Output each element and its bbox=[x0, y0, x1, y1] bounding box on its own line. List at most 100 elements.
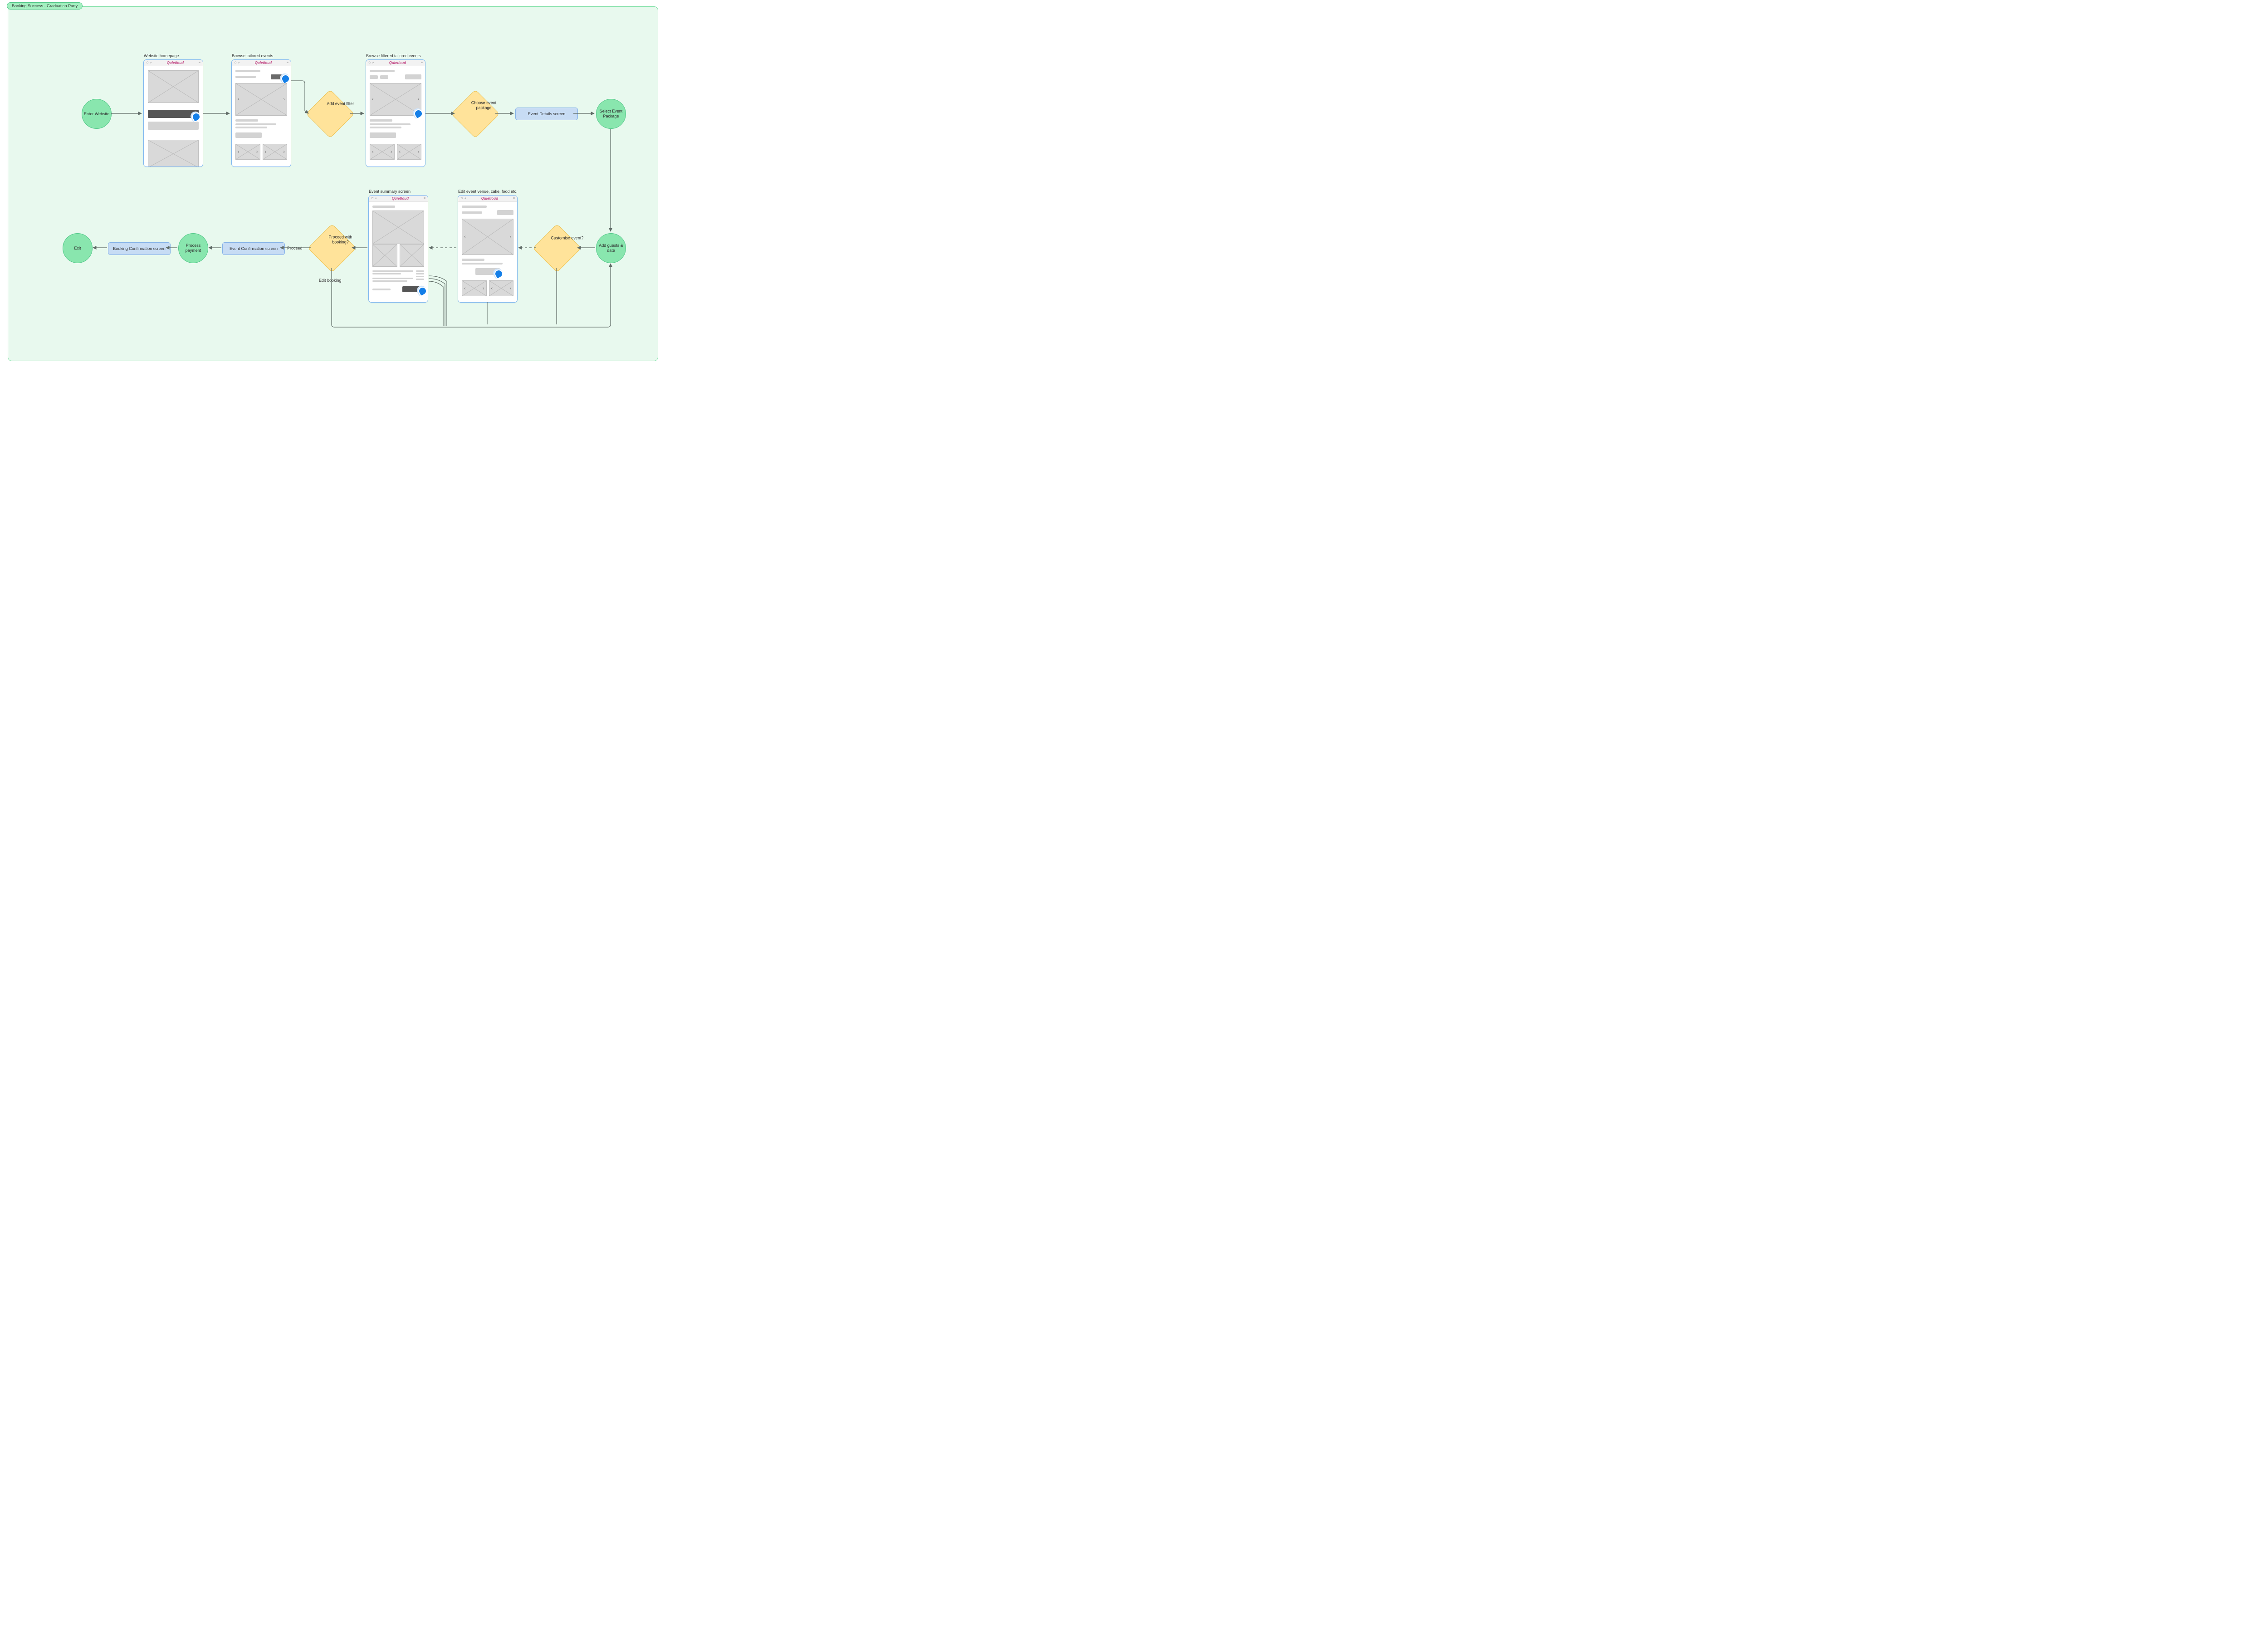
chevron-left-icon[interactable]: ‹ bbox=[372, 149, 374, 155]
cta-placeholder[interactable] bbox=[235, 132, 262, 138]
diamond-shape: Proceed with booking? bbox=[308, 224, 356, 272]
text-placeholder bbox=[372, 206, 395, 208]
node-label: Process payment bbox=[179, 243, 208, 253]
summary-hero-image bbox=[372, 211, 424, 244]
node-label: Customise event? bbox=[550, 235, 584, 240]
screen-event-details: Event Details screen bbox=[515, 108, 578, 120]
chevron-left-icon[interactable]: ‹ bbox=[265, 149, 267, 155]
star-icon: ✩ bbox=[368, 61, 371, 64]
filter-button[interactable] bbox=[405, 74, 421, 79]
section-image-placeholder bbox=[148, 140, 199, 167]
chevron-right-icon[interactable]: › bbox=[509, 234, 511, 240]
chevron-left-icon[interactable]: ‹ bbox=[491, 286, 493, 291]
phone-summary-group: Event summary screen ✩⌕ Quietloud ≡ bbox=[368, 189, 428, 303]
text-placeholder bbox=[235, 119, 258, 122]
node-enter-website: Enter Website bbox=[82, 99, 112, 129]
list-icon[interactable] bbox=[416, 276, 424, 277]
chevron-left-icon[interactable]: ‹ bbox=[372, 97, 374, 102]
phone-homepage: ✩⌕ Quietloud ≡ bbox=[143, 59, 203, 167]
text-placeholder bbox=[462, 206, 487, 208]
decision-proceed-booking: Proceed with booking? bbox=[315, 231, 349, 265]
search-icon: ⌕ bbox=[150, 61, 152, 64]
cta-placeholder[interactable] bbox=[370, 132, 396, 138]
phone-caption: Browse filtered tailored events bbox=[366, 54, 425, 58]
phone-browse-group: Browse tailored events ✩⌕ Quietloud ≡ ‹ … bbox=[231, 54, 291, 167]
chevron-left-icon[interactable]: ‹ bbox=[399, 149, 401, 155]
chip[interactable] bbox=[380, 75, 388, 79]
carousel-image[interactable]: ‹ › bbox=[370, 83, 421, 116]
thumb-image[interactable]: ‹› bbox=[462, 280, 487, 296]
menu-icon: ≡ bbox=[421, 61, 423, 64]
section-frame bbox=[8, 6, 658, 361]
chevron-right-icon[interactable]: › bbox=[417, 149, 419, 155]
text-placeholder bbox=[372, 289, 391, 290]
node-label: Exit bbox=[74, 246, 81, 251]
brand-logo: Quietloud bbox=[389, 61, 406, 65]
hero-image-placeholder bbox=[148, 70, 199, 103]
phone-topbar: ✩⌕ Quietloud ≡ bbox=[458, 196, 517, 202]
node-label: Event Details screen bbox=[528, 112, 566, 116]
star-icon: ✩ bbox=[146, 61, 149, 64]
chevron-left-icon[interactable]: ‹ bbox=[238, 97, 240, 102]
thumb-image[interactable]: ‹› bbox=[489, 280, 514, 296]
chip[interactable] bbox=[370, 75, 378, 79]
list-icon[interactable] bbox=[416, 270, 424, 272]
screen-booking-confirmation: Booking Confirmation screen bbox=[108, 242, 171, 255]
carousel-image[interactable]: ‹ › bbox=[462, 219, 513, 255]
chevron-left-icon[interactable]: ‹ bbox=[238, 149, 240, 155]
phone-event-summary: ✩⌕ Quietloud ≡ bbox=[368, 195, 428, 303]
search-icon: ⌕ bbox=[372, 61, 374, 64]
star-icon: ✩ bbox=[460, 197, 463, 200]
text-placeholder bbox=[462, 263, 503, 264]
node-label: Add guests & date bbox=[596, 243, 626, 253]
menu-icon: ≡ bbox=[424, 197, 425, 200]
chevron-right-icon[interactable]: › bbox=[283, 97, 285, 102]
list-icon[interactable] bbox=[416, 279, 424, 280]
primary-cta-bar[interactable] bbox=[148, 110, 199, 118]
section-title-badge: Booking Success - Graduation Party bbox=[7, 2, 83, 10]
chevron-right-icon[interactable]: › bbox=[256, 149, 258, 155]
node-label: Select Event Package bbox=[596, 109, 626, 119]
menu-icon: ≡ bbox=[199, 61, 200, 64]
chevron-right-icon[interactable]: › bbox=[483, 286, 484, 291]
carousel-image[interactable]: ‹ › bbox=[235, 83, 287, 116]
node-label: Booking Confirmation screen bbox=[113, 246, 166, 251]
text-placeholder bbox=[370, 119, 392, 122]
brand-logo: Quietloud bbox=[255, 61, 272, 65]
chevron-right-icon[interactable]: › bbox=[283, 149, 285, 155]
text-placeholder bbox=[372, 280, 407, 282]
text-placeholder bbox=[235, 123, 276, 125]
decision-choose-package: Choose event package bbox=[458, 97, 493, 131]
text-placeholder bbox=[462, 211, 482, 214]
decision-add-filter: Add event filter bbox=[313, 97, 347, 131]
chevron-right-icon[interactable]: › bbox=[509, 286, 511, 291]
phone-homepage-group: Website homepage ✩⌕ Quietloud ≡ bbox=[143, 54, 203, 167]
chevron-right-icon[interactable]: › bbox=[417, 97, 419, 102]
thumb-image[interactable]: ‹› bbox=[235, 144, 260, 160]
text-placeholder bbox=[462, 259, 484, 261]
list-icon[interactable] bbox=[416, 273, 424, 274]
secondary-cta-bar[interactable] bbox=[148, 122, 199, 130]
text-placeholder bbox=[372, 278, 413, 279]
node-select-package: Select Event Package bbox=[596, 99, 626, 129]
chevron-left-icon[interactable]: ‹ bbox=[464, 286, 466, 291]
node-process-payment: Process payment bbox=[178, 233, 208, 263]
node-label: Add event filter bbox=[323, 101, 357, 106]
thumb-image[interactable]: ‹› bbox=[397, 144, 422, 160]
decision-customise-event: Customise event? bbox=[540, 231, 574, 265]
chevron-right-icon[interactable]: › bbox=[391, 149, 392, 155]
menu-icon: ≡ bbox=[513, 197, 515, 200]
brand-logo: Quietloud bbox=[392, 196, 409, 201]
pill-button[interactable] bbox=[497, 210, 513, 215]
node-label: Event Confirmation screen bbox=[230, 246, 278, 251]
thumb-image[interactable]: ‹› bbox=[370, 144, 395, 160]
menu-icon: ≡ bbox=[287, 61, 288, 64]
edge-label-edit-booking: Edit booking bbox=[319, 278, 342, 283]
chevron-left-icon[interactable]: ‹ bbox=[464, 234, 466, 240]
phone-edit-group: Edit event venue, cake, food etc. ✩⌕ Qui… bbox=[458, 189, 518, 303]
diamond-shape: Customise event? bbox=[533, 224, 581, 272]
phone-filtered: ✩⌕ Quietloud ≡ ‹ › bbox=[366, 59, 425, 167]
thumb-image bbox=[400, 244, 425, 267]
thumb-image[interactable]: ‹› bbox=[263, 144, 288, 160]
search-icon: ⌕ bbox=[238, 61, 240, 64]
